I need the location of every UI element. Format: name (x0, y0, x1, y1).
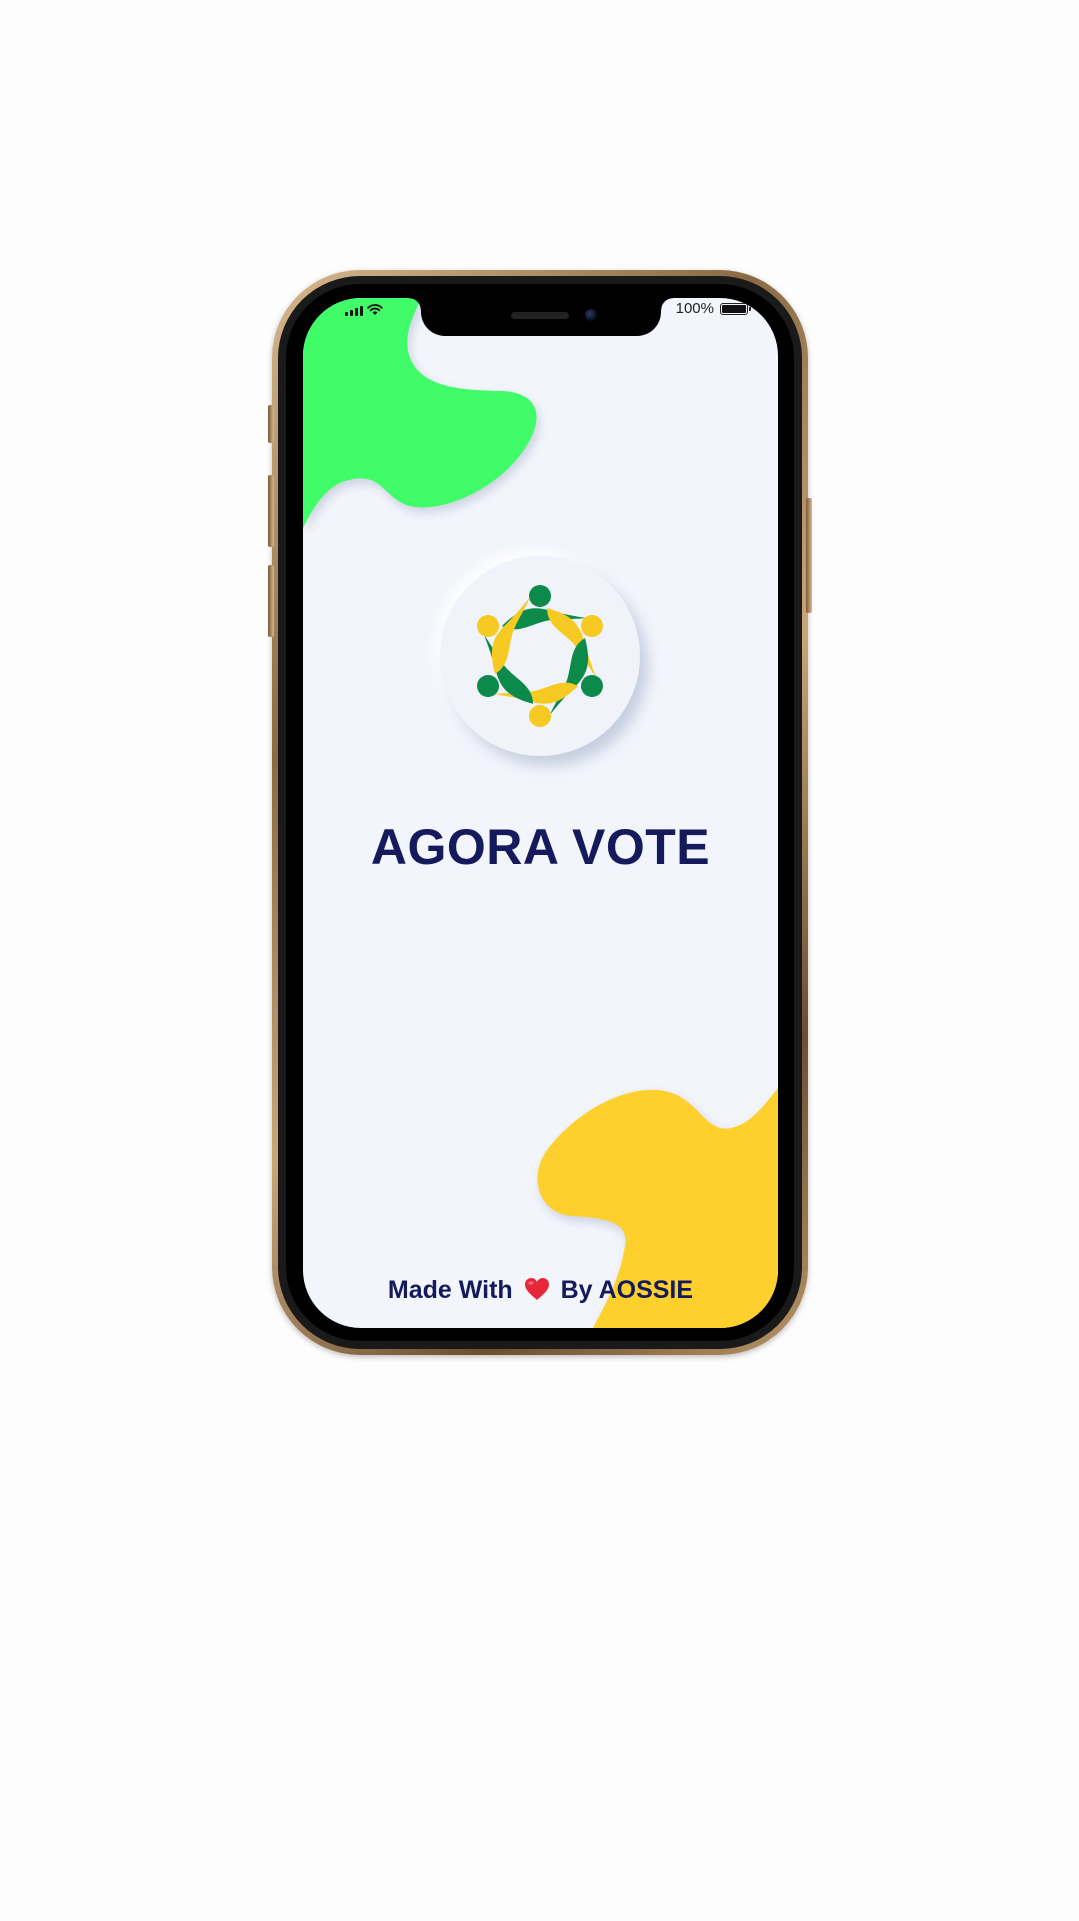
stage: 100% AGORA VOTE Made With By AOSSIE (0, 0, 1079, 1921)
notch (409, 298, 673, 336)
battery-icon (720, 302, 751, 315)
heart-icon (524, 1278, 549, 1300)
app-logo (440, 556, 640, 756)
status-bar-right: 100% (675, 300, 751, 317)
agora-logo-icon (455, 580, 625, 732)
yellow-blob-decoration (537, 1088, 778, 1328)
mute-switch (268, 405, 274, 443)
app-title: AGORA VOTE (370, 819, 711, 875)
signal-icon (345, 305, 363, 316)
app-screen: 100% AGORA VOTE Made With By AOSSIE (303, 298, 778, 1328)
status-bar-left (345, 304, 383, 316)
volume-down-button (268, 565, 274, 637)
battery-percentage: 100% (675, 300, 714, 317)
front-camera (585, 309, 597, 321)
volume-up-button (268, 475, 274, 547)
footer-credit: Made With By AOSSIE (303, 1276, 778, 1305)
footer-prefix: Made With (387, 1276, 513, 1304)
footer-suffix: By AOSSIE (560, 1276, 694, 1304)
wifi-icon (367, 304, 383, 315)
power-button (806, 498, 812, 613)
earpiece-speaker (511, 312, 569, 319)
